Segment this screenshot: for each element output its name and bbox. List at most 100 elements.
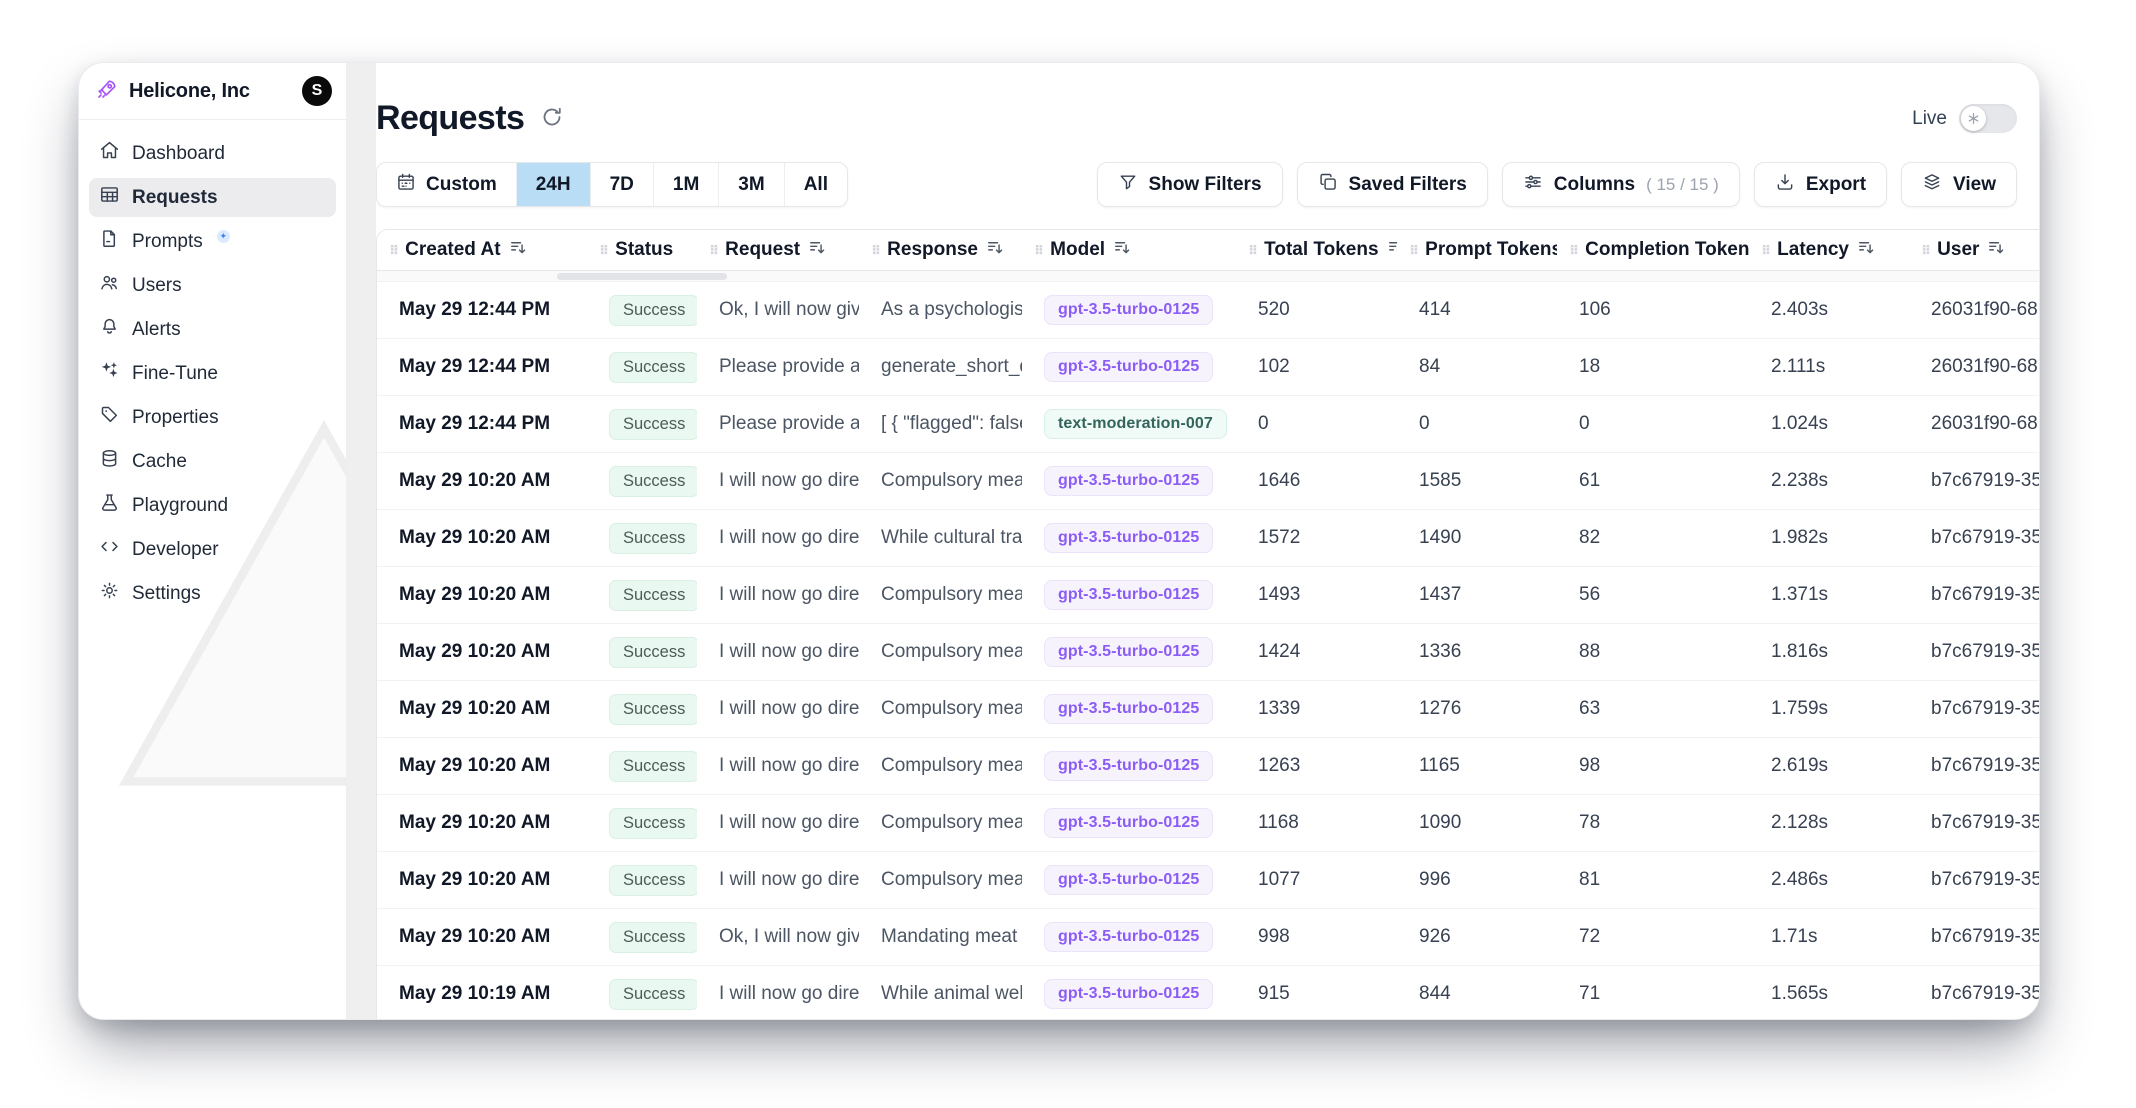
cell-user: b7c67919-35 — [1909, 527, 2039, 549]
drag-handle-icon[interactable]: ⠿ — [1409, 244, 1417, 257]
cell-response: As a psychologist, ... — [859, 299, 1022, 321]
column-header-request[interactable]: ⠿Request — [697, 238, 859, 263]
table-row[interactable]: May 29 10:20 AM Success I will now go di… — [377, 510, 2039, 567]
sort-icon[interactable] — [1987, 238, 2006, 263]
sort-icon[interactable] — [1857, 238, 1876, 263]
horizontal-scrollbar[interactable] — [377, 271, 2039, 282]
column-header-status[interactable]: ⠿Status — [587, 239, 697, 261]
column-header-total-tokens[interactable]: ⠿Total Tokens — [1236, 238, 1397, 263]
sidebar-item-properties[interactable]: Properties — [89, 398, 336, 437]
cell-created-at: May 29 12:44 PM — [377, 413, 587, 435]
model-badge: gpt-3.5-turbo-0125 — [1044, 865, 1213, 895]
cell-user: 26031f90-68 — [1909, 356, 2039, 378]
drag-handle-icon[interactable]: ⠿ — [709, 244, 717, 257]
cell-user: b7c67919-35 — [1909, 698, 2039, 720]
live-toggle[interactable] — [1959, 104, 2017, 133]
time-range-custom[interactable]: Custom — [377, 163, 517, 206]
sidebar-item-playground[interactable]: Playground — [89, 486, 336, 525]
cell-created-at: May 29 10:20 AM — [377, 470, 587, 492]
sidebar-item-requests[interactable]: Requests — [89, 178, 336, 217]
sidebar-item-label: Alerts — [132, 319, 181, 341]
cell-request: Please provide a s... — [697, 356, 859, 378]
page-title: Requests — [376, 99, 524, 138]
sidebar-item-label: Playground — [132, 495, 228, 517]
sort-icon[interactable] — [1113, 238, 1132, 263]
sidebar-item-dashboard[interactable]: Dashboard — [89, 134, 336, 173]
column-header-model[interactable]: ⠿Model — [1022, 238, 1236, 263]
time-range-7d[interactable]: 7D — [591, 163, 654, 206]
sidebar-item-label: Users — [132, 275, 182, 297]
table-row[interactable]: May 29 10:20 AM Success I will now go di… — [377, 624, 2039, 681]
cell-user: b7c67919-35 — [1909, 869, 2039, 891]
sort-icon[interactable] — [509, 238, 528, 263]
time-range-3m[interactable]: 3M — [719, 163, 784, 206]
cell-prompt-tokens: 1276 — [1397, 698, 1557, 720]
column-header-prompt-tokens[interactable]: ⠿Prompt Tokens — [1397, 238, 1557, 263]
cell-latency: 1.024s — [1749, 413, 1909, 435]
sidebar-item-prompts[interactable]: Prompts ✦ — [89, 222, 336, 261]
show-filters-button[interactable]: Show Filters — [1097, 162, 1283, 207]
sort-icon[interactable] — [986, 238, 1005, 263]
avatar[interactable]: S — [302, 76, 332, 106]
table-row[interactable]: May 29 12:44 PM Success Please provide a… — [377, 396, 2039, 453]
table-row[interactable]: May 29 10:20 AM Success I will now go di… — [377, 795, 2039, 852]
table-row[interactable]: May 29 10:20 AM Success I will now go di… — [377, 852, 2039, 909]
drag-handle-icon[interactable]: ⠿ — [871, 244, 879, 257]
cell-prompt-tokens: 1090 — [1397, 812, 1557, 834]
sidebar-item-users[interactable]: Users — [89, 266, 336, 305]
cell-created-at: May 29 10:20 AM — [377, 926, 587, 948]
column-header-response[interactable]: ⠿Response — [859, 238, 1022, 263]
column-header-user[interactable]: ⠿User — [1909, 238, 2039, 263]
table-row[interactable]: May 29 10:19 AM Success I will now go di… — [377, 966, 2039, 1019]
saved-filters-button[interactable]: Saved Filters — [1297, 162, 1488, 207]
table-row[interactable]: May 29 10:20 AM Success I will now go di… — [377, 567, 2039, 624]
table-row[interactable]: May 29 10:20 AM Success Ok, I will now g… — [377, 909, 2039, 966]
columns-button[interactable]: Columns ( 15 / 15 ) — [1502, 162, 1740, 207]
cell-created-at: May 29 10:19 AM — [377, 983, 587, 1005]
refresh-button[interactable] — [540, 105, 564, 132]
cell-created-at: May 29 10:20 AM — [377, 527, 587, 549]
table-row[interactable]: May 29 10:20 AM Success I will now go di… — [377, 738, 2039, 795]
sidebar-item-alerts[interactable]: Alerts — [89, 310, 336, 349]
sidebar-item-settings[interactable]: Settings — [89, 574, 336, 613]
cell-latency: 1.565s — [1749, 983, 1909, 1005]
table-icon — [99, 184, 120, 211]
drag-handle-icon[interactable]: ⠿ — [1761, 244, 1769, 257]
cell-user: b7c67919-35 — [1909, 755, 2039, 777]
drag-handle-icon[interactable]: ⠿ — [1569, 244, 1577, 257]
column-header-latency[interactable]: ⠿Latency — [1749, 238, 1909, 263]
cell-completion-tokens: 61 — [1557, 470, 1749, 492]
cell-user: 26031f90-68 — [1909, 413, 2039, 435]
drag-handle-icon[interactable]: ⠿ — [1034, 244, 1042, 257]
export-button[interactable]: Export — [1754, 162, 1887, 207]
drag-handle-icon[interactable]: ⠿ — [1921, 244, 1929, 257]
time-range-control: Custom 24H 7D 1M 3M All — [376, 162, 848, 207]
table-row[interactable]: May 29 12:44 PM Success Please provide a… — [377, 339, 2039, 396]
drag-handle-icon[interactable]: ⠿ — [389, 244, 397, 257]
view-button[interactable]: View — [1901, 162, 2017, 207]
sort-icon[interactable] — [1387, 238, 1397, 263]
table-row[interactable]: May 29 10:20 AM Success I will now go di… — [377, 681, 2039, 738]
sidebar-item-cache[interactable]: Cache — [89, 442, 336, 481]
database-icon — [99, 448, 120, 475]
table-toolbar: Show Filters Saved Filters Columns ( 15 … — [1097, 162, 2017, 207]
time-range-1m[interactable]: 1M — [654, 163, 719, 206]
table-row[interactable]: May 29 12:44 PM Success Ok, I will now g… — [377, 282, 2039, 339]
sidebar-item-fine-tune[interactable]: Fine-Tune — [89, 354, 336, 393]
sidebar-item-developer[interactable]: Developer — [89, 530, 336, 569]
time-range-24h[interactable]: 24H — [517, 163, 591, 206]
drag-handle-icon[interactable]: ⠿ — [599, 244, 607, 257]
column-header-created-at[interactable]: ⠿Created At — [377, 238, 587, 263]
cell-created-at: May 29 10:20 AM — [377, 641, 587, 663]
horizontal-scrollbar-thumb[interactable] — [557, 273, 727, 280]
sort-icon[interactable] — [808, 238, 827, 263]
status-badge: Success — [609, 751, 697, 782]
column-header-completion-tokens[interactable]: ⠿Completion Tokens — [1557, 238, 1749, 263]
drag-handle-icon[interactable]: ⠿ — [1248, 244, 1256, 257]
time-range-all[interactable]: All — [785, 163, 847, 206]
org-header[interactable]: Helicone, Inc S — [79, 63, 346, 120]
columns-count: ( 15 / 15 ) — [1646, 175, 1719, 195]
adjustments-icon — [1523, 172, 1543, 198]
cell-prompt-tokens: 844 — [1397, 983, 1557, 1005]
table-row[interactable]: May 29 10:20 AM Success I will now go di… — [377, 453, 2039, 510]
